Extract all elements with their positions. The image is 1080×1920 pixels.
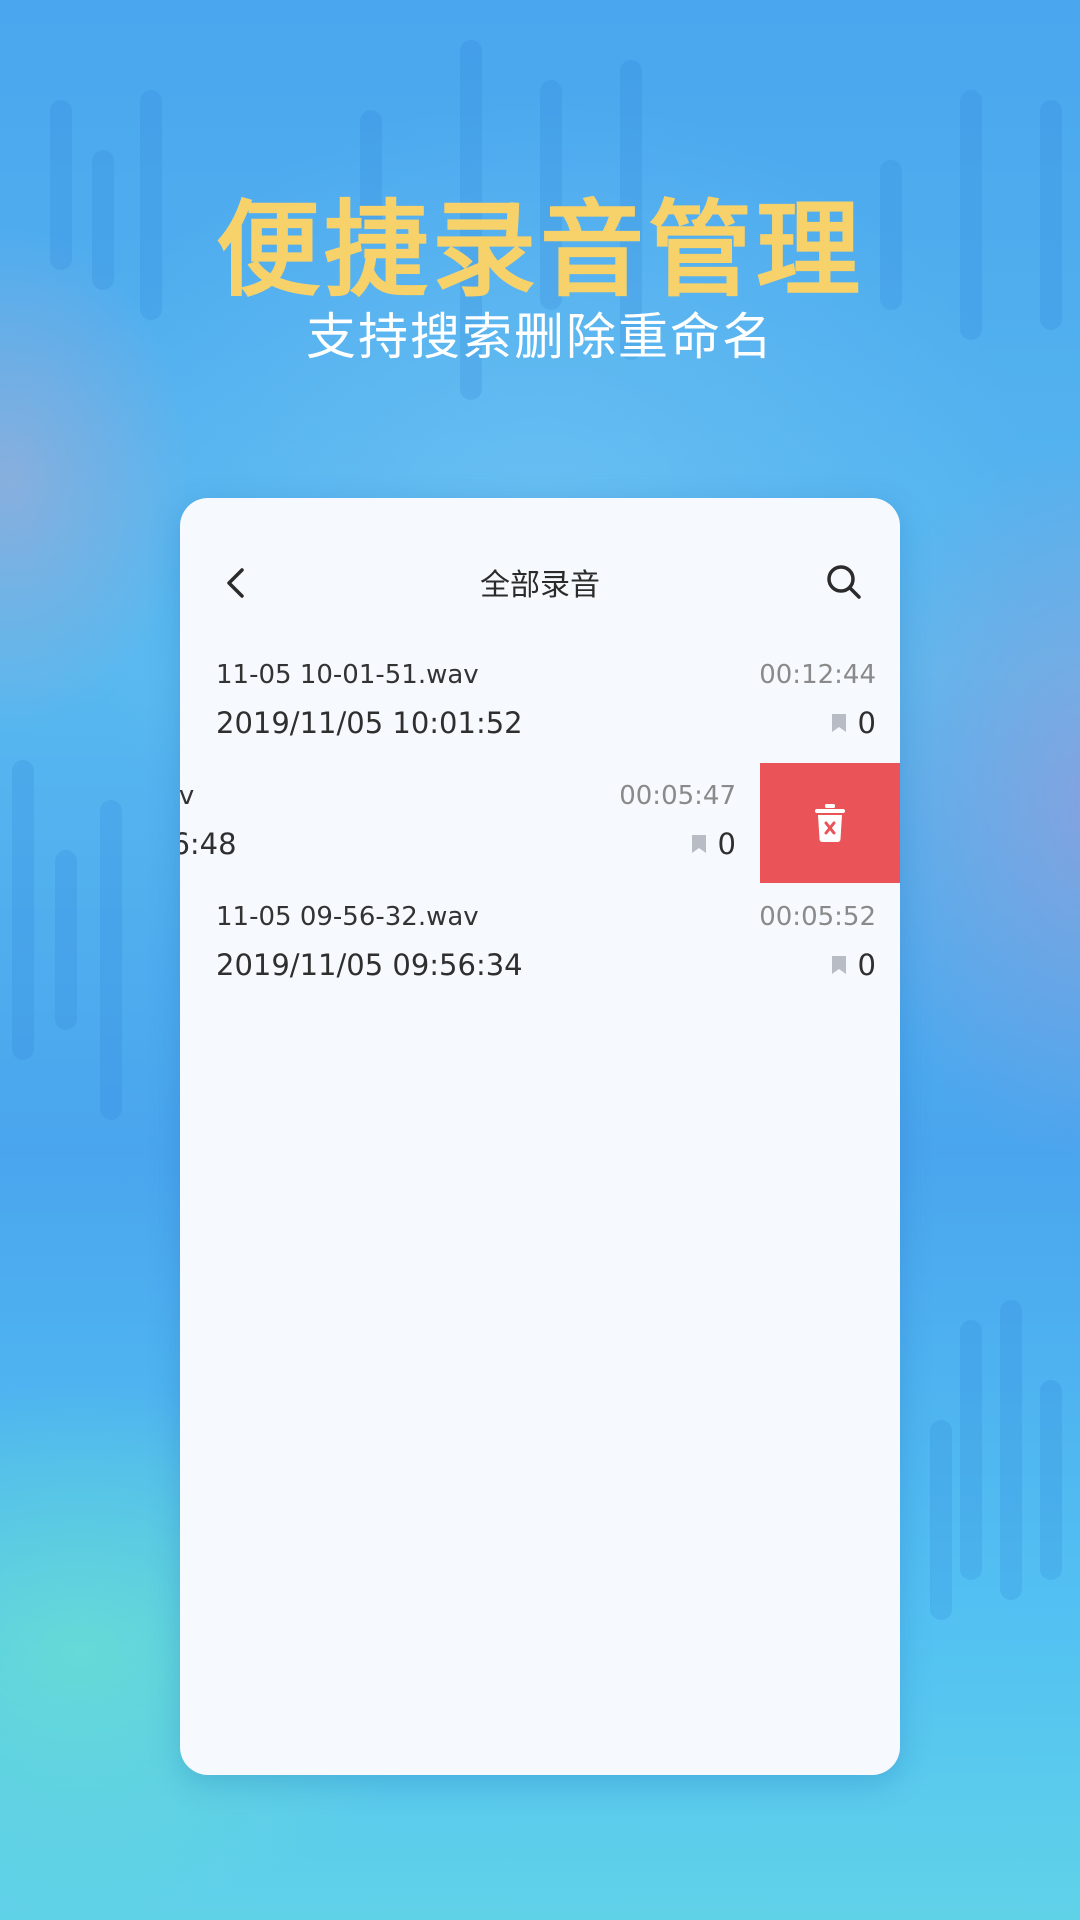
- bookmark-icon: [691, 835, 706, 853]
- bookmark-icon: [831, 714, 846, 732]
- recording-row-content[interactable]: 11-05 10-01-51.wav 2019/11/05 10:01:52 0…: [180, 642, 900, 762]
- hero-headline: 便捷录音管理: [215, 189, 864, 311]
- recording-mark-count: 0: [857, 948, 876, 982]
- delete-button[interactable]: [760, 763, 900, 883]
- recording-row-swiped[interactable]: 9-56-47.wav 1/05 09:56:48 00:05:47 0: [180, 763, 900, 883]
- recording-mark-count: 0: [717, 827, 736, 861]
- search-icon: [827, 565, 861, 599]
- recording-row[interactable]: 11-05 09-56-32.wav 2019/11/05 09:56:34 0…: [180, 884, 900, 1004]
- recording-filename: 11-05 10-01-51.wav: [216, 660, 479, 690]
- recording-duration: 00:05:47: [619, 781, 736, 811]
- recording-marks: 0: [831, 706, 876, 740]
- recording-created-time: 2019/11/05 10:01:52: [216, 706, 523, 740]
- recording-row-content[interactable]: 9-56-47.wav 1/05 09:56:48 00:05:47 0: [180, 763, 760, 883]
- recording-marks: 0: [691, 827, 736, 861]
- recording-filename: 11-05 09-56-32.wav: [216, 902, 479, 932]
- recording-duration: 00:12:44: [759, 660, 876, 690]
- trash-icon: [815, 804, 845, 842]
- recording-created-time: 2019/11/05 09:56:34: [216, 948, 523, 982]
- recording-created-time: 1/05 09:56:48: [180, 827, 237, 861]
- page-title: 全部录音: [480, 568, 600, 603]
- recording-mark-count: 0: [857, 706, 876, 740]
- recording-row-content[interactable]: 11-05 09-56-32.wav 2019/11/05 09:56:34 0…: [180, 884, 900, 1004]
- hero-subline: 支持搜索删除重命名: [306, 308, 774, 366]
- search-button[interactable]: [822, 560, 866, 604]
- recording-duration: 00:05:52: [759, 902, 876, 932]
- recording-filename: 9-56-47.wav: [180, 781, 195, 811]
- recording-row[interactable]: 11-05 10-01-51.wav 2019/11/05 10:01:52 0…: [180, 642, 900, 762]
- recording-marks: 0: [831, 948, 876, 982]
- app-screen: 全部录音 11-05 10-01-51.wav 2019/11/05 10:01…: [180, 498, 900, 1775]
- bookmark-icon: [831, 956, 846, 974]
